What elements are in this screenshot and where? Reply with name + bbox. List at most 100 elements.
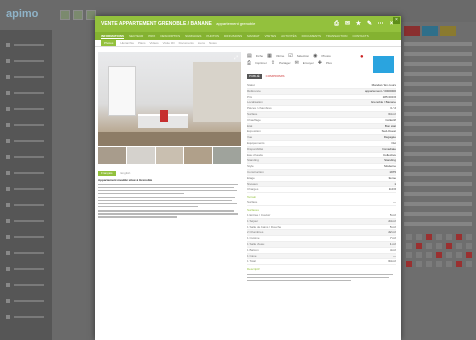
row-label: Eau chaude	[247, 152, 264, 157]
sidebar-item[interactable]	[14, 236, 44, 238]
sidebar-item[interactable]	[14, 220, 44, 222]
tab-surfaces[interactable]: SURFACES	[185, 34, 201, 38]
star-icon[interactable]: ★	[355, 21, 362, 28]
home-icon[interactable]	[60, 10, 70, 20]
photo-thumbnail[interactable]	[126, 147, 155, 164]
tab-contacts[interactable]: CONTACTS	[352, 34, 368, 38]
tab-english[interactable]: English	[118, 171, 134, 176]
photo-thumbnail[interactable]	[155, 147, 184, 164]
tab-french[interactable]: Français	[98, 171, 116, 176]
sidebar-item[interactable]	[14, 316, 44, 318]
grid-icon[interactable]	[73, 10, 83, 20]
subtab-visite-3d[interactable]: Visite 3D	[163, 41, 175, 45]
list-item[interactable]	[404, 82, 472, 86]
sidebar-item[interactable]	[14, 300, 44, 302]
tab-documents[interactable]: DOCUMENTS	[302, 34, 321, 38]
toolbar-partager[interactable]: Partager	[279, 61, 291, 65]
photo-thumbnail[interactable]	[184, 147, 213, 164]
sidebar-item[interactable]	[14, 284, 44, 286]
sidebar-item[interactable]	[14, 108, 44, 110]
list-item[interactable]	[404, 132, 472, 136]
toolbar-imprimer[interactable]: Imprimer	[255, 61, 267, 65]
list-item[interactable]	[404, 92, 472, 96]
tab-transaction[interactable]: TRANSACTION	[326, 34, 348, 38]
list-item[interactable]	[404, 162, 472, 166]
sidebar-item[interactable]	[14, 92, 44, 94]
list-item[interactable]	[404, 202, 472, 206]
toolbar-plus[interactable]: Plus	[326, 61, 332, 65]
status-row: PUBLIÉ COMPROMIS	[247, 74, 287, 79]
window-icon[interactable]: ▦	[267, 53, 272, 59]
tab-visites[interactable]: VISITES	[265, 34, 277, 38]
list-item[interactable]	[404, 192, 472, 196]
stat-badge[interactable]	[440, 26, 456, 36]
list-item[interactable]	[404, 72, 472, 76]
main-photo[interactable]: ⤢	[98, 52, 241, 146]
photo-thumbnail[interactable]	[213, 147, 241, 164]
sidebar-item[interactable]	[14, 188, 44, 190]
tab-diffusions[interactable]: DIFFUSIONS	[224, 34, 242, 38]
tab-informations[interactable]: INFORMATIONS	[101, 34, 124, 39]
tab-photos[interactable]: PHOTOS	[206, 34, 219, 38]
sidebar-item[interactable]	[14, 172, 44, 174]
print-icon[interactable]: ⎙	[247, 60, 251, 66]
sidebar-item[interactable]	[14, 252, 44, 254]
tab-prix[interactable]: PRIX	[148, 34, 155, 38]
toolbar-selection[interactable]: Sélection	[297, 54, 309, 58]
list-item[interactable]	[404, 42, 472, 46]
map-pin-icon[interactable]: ●	[360, 54, 364, 60]
sidebar-item[interactable]	[14, 140, 44, 142]
toolbar-envoyer[interactable]: Envoyer	[303, 61, 314, 65]
stat-badge[interactable]	[404, 26, 420, 36]
toolbar-photos[interactable]: Photos	[321, 54, 330, 58]
stat-badge[interactable]	[422, 26, 438, 36]
list-item[interactable]	[404, 182, 472, 186]
more-icon[interactable]: ✚	[318, 60, 322, 66]
more-icon[interactable]: ⋯	[377, 21, 384, 28]
print-icon[interactable]: ⎙	[333, 21, 340, 28]
close-corner-button[interactable]: ×	[393, 17, 400, 24]
description-title: Appartement meublé situé à Grenoble	[98, 178, 153, 182]
camera-icon[interactable]: ◉	[313, 53, 317, 59]
map-preview[interactable]	[373, 56, 394, 73]
expand-icon[interactable]: ⤢	[234, 55, 238, 61]
sidebar-item[interactable]	[14, 76, 44, 78]
tab-secteur[interactable]: SECTEUR	[129, 34, 143, 38]
mail-icon[interactable]: ✉	[344, 21, 351, 28]
list-item[interactable]	[404, 142, 472, 146]
list-item[interactable]	[404, 122, 472, 126]
subtab-photos[interactable]: Photos	[101, 40, 117, 46]
send-icon[interactable]: ✉	[295, 60, 299, 66]
sidebar-item[interactable]	[14, 268, 44, 270]
list-item[interactable]	[404, 52, 472, 56]
subtab-hierarchie[interactable]: Hiérarchie	[120, 41, 134, 45]
tab-descriptifs[interactable]: DESCRIPTIFS	[160, 34, 180, 38]
sidebar-item[interactable]	[14, 124, 44, 126]
subtab-notes[interactable]: Notes	[209, 41, 217, 45]
list-item[interactable]	[404, 112, 472, 116]
sidebar-item[interactable]	[14, 60, 44, 62]
list-item[interactable]	[404, 212, 472, 216]
list-item[interactable]	[404, 222, 472, 226]
subtab-videos[interactable]: Vidéos	[150, 41, 159, 45]
sidebar-item[interactable]	[14, 156, 44, 158]
tab-mandat[interactable]: MANDAT	[247, 34, 259, 38]
list-item[interactable]	[404, 172, 472, 176]
selection-icon[interactable]: ☑	[288, 53, 292, 59]
toolbar-fiche[interactable]: Fiche	[256, 54, 263, 58]
list-item[interactable]	[404, 152, 472, 156]
row-value: 1	[394, 181, 396, 186]
subtab-plans[interactable]: Plans	[138, 41, 146, 45]
tab-activites[interactable]: ACTIVITÉS	[281, 34, 297, 38]
subtab-documents[interactable]: Documents	[179, 41, 194, 45]
sidebar-item[interactable]	[14, 44, 44, 46]
file-icon[interactable]: ▤	[247, 53, 252, 59]
list-item[interactable]	[404, 62, 472, 66]
share-icon[interactable]: ⇪	[271, 60, 275, 66]
photo-thumbnail[interactable]	[98, 147, 126, 164]
toolbar-vitrine[interactable]: Vitrine	[276, 54, 284, 58]
edit-icon[interactable]: ✎	[366, 21, 373, 28]
sidebar-item[interactable]	[14, 204, 44, 206]
subtab-liens[interactable]: Liens	[198, 41, 205, 45]
list-item[interactable]	[404, 102, 472, 106]
